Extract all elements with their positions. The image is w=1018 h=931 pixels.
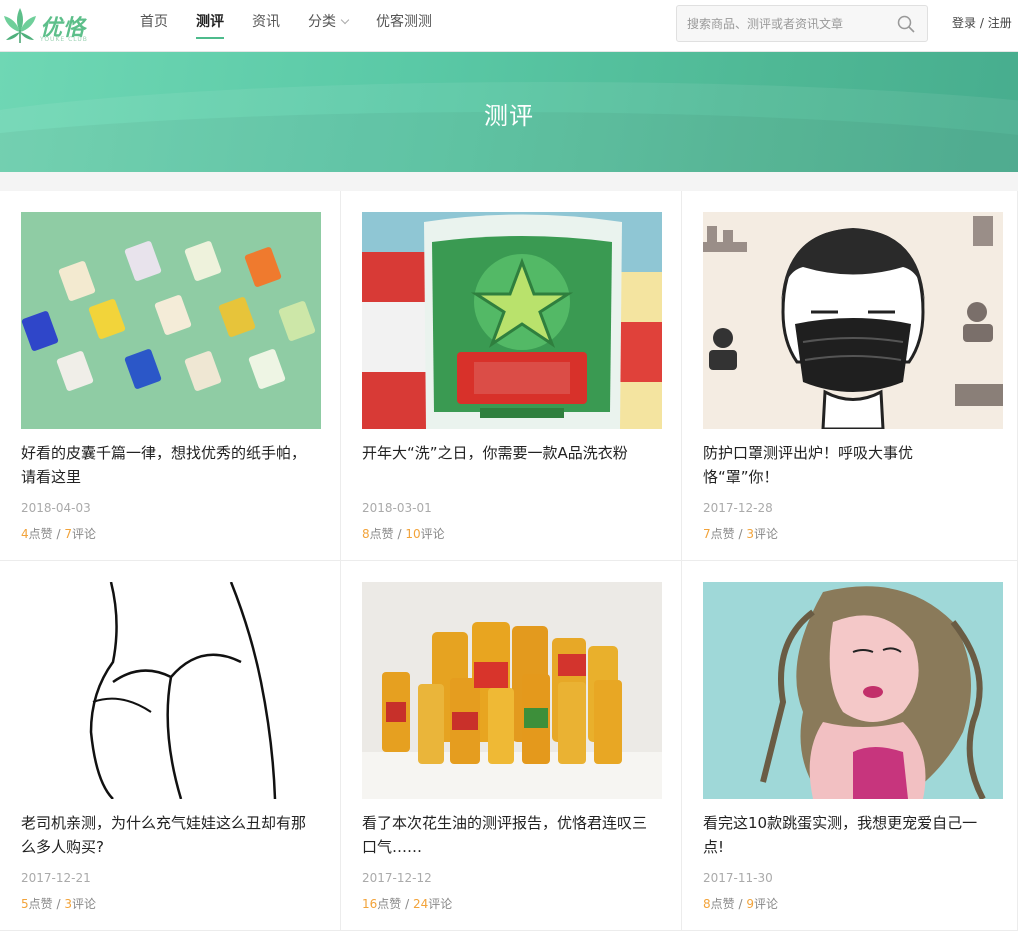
nav-item-tests[interactable]: 优客测测 <box>376 0 432 52</box>
page-banner: 测评 <box>0 52 1018 172</box>
auth-links: 登录 / 注册 <box>952 14 1012 31</box>
card-title[interactable]: 好看的皮囊千篇一律，想找优秀的纸手帕，请看这里 <box>21 441 306 489</box>
card-meta: 8点赞 / 10评论 <box>362 525 445 542</box>
review-card[interactable]: 防护口罩测评出炉！呼吸大事优恪“罩”你！ 2017-12-28 7点赞 / 3评… <box>682 191 1018 561</box>
like-label: 点赞 <box>369 527 394 541</box>
comment-count: 7 <box>64 527 72 541</box>
comment-count: 10 <box>405 527 421 541</box>
main-nav: 首页 测评 资讯 分类 优客测测 <box>140 0 460 52</box>
card-date: 2017-11-30 <box>703 871 773 885</box>
comment-label: 评论 <box>71 527 96 541</box>
line-art-illustration[interactable] <box>21 582 321 799</box>
page-title: 测评 <box>484 102 534 130</box>
like-label: 点赞 <box>710 527 735 541</box>
tissue-packs-image[interactable] <box>21 212 321 429</box>
card-title[interactable]: 防护口罩测评出炉！呼吸大事优恪“罩”你！ <box>703 441 988 489</box>
comment-label: 评论 <box>420 527 445 541</box>
logo-subtitle: YOUKE CLUB <box>40 36 88 43</box>
face-mask-illustration[interactable] <box>703 212 1003 429</box>
meta-separator: / <box>734 527 747 541</box>
card-date: 2017-12-21 <box>21 871 91 885</box>
nav-item-categories[interactable]: 分类 <box>308 0 350 52</box>
detergent-bags-image[interactable] <box>362 212 662 429</box>
like-count: 8 <box>362 527 370 541</box>
nav-item-reviews[interactable]: 测评 <box>196 0 224 52</box>
card-title[interactable]: 看完这10款跳蛋实测，我想更宠爱自己一点! <box>703 811 988 859</box>
card-title[interactable]: 老司机亲测，为什么充气娃娃这么丑却有那么多人购买? <box>21 811 306 859</box>
search-input[interactable] <box>687 14 887 34</box>
like-count: 7 <box>703 527 711 541</box>
card-meta: 16点赞 / 24评论 <box>362 895 452 912</box>
card-title[interactable]: 看了本次花生油的测评报告，优恪君连叹三口气…… <box>362 811 647 859</box>
review-card[interactable]: 看完这10款跳蛋实测，我想更宠爱自己一点! 2017-11-30 8点赞 / 9… <box>682 561 1018 931</box>
review-card[interactable]: 好看的皮囊千篇一律，想找优秀的纸手帕，请看这里 2018-04-03 4点赞 /… <box>0 191 341 561</box>
nav-item-categories-label: 分类 <box>308 14 336 30</box>
card-title[interactable]: 开年大“洗”之日，你需要一款A品洗衣粉 <box>362 441 647 465</box>
meta-separator: / <box>393 527 406 541</box>
woman-illustration[interactable] <box>703 582 1003 799</box>
peanut-oil-bottles-image[interactable] <box>362 582 662 799</box>
comment-label: 评论 <box>753 527 778 541</box>
search-box <box>676 5 928 42</box>
site-logo[interactable]: 优恪 YOUKE CLUB <box>2 4 92 46</box>
chevron-down-icon <box>340 15 350 25</box>
search-icon[interactable] <box>897 15 915 33</box>
review-card[interactable]: 老司机亲测，为什么充气娃娃这么丑却有那么多人购买? 2017-12-21 5点赞… <box>0 561 341 931</box>
review-card[interactable]: 开年大“洗”之日，你需要一款A品洗衣粉 2018-03-01 8点赞 / 10评… <box>341 191 682 561</box>
like-count: 4 <box>21 527 29 541</box>
leaf-logo-icon <box>4 8 36 43</box>
like-label: 点赞 <box>28 527 53 541</box>
card-meta: 5点赞 / 3评论 <box>21 895 96 912</box>
auth-separator: / <box>976 16 988 30</box>
card-date: 2017-12-12 <box>362 871 432 885</box>
top-header: 优恪 YOUKE CLUB 首页 测评 资讯 分类 优客测测 登录 / 注册 <box>0 0 1018 52</box>
card-date: 2018-03-01 <box>362 501 432 515</box>
review-card[interactable]: 看了本次花生油的测评报告，优恪君连叹三口气…… 2017-12-12 16点赞 … <box>341 561 682 931</box>
login-link[interactable]: 登录 <box>952 16 976 30</box>
nav-item-news[interactable]: 资讯 <box>252 0 280 52</box>
register-link[interactable]: 注册 <box>988 16 1012 30</box>
comment-count: 3 <box>746 527 754 541</box>
card-meta: 8点赞 / 9评论 <box>703 895 778 912</box>
card-meta: 7点赞 / 3评论 <box>703 525 778 542</box>
card-date: 2017-12-28 <box>703 501 773 515</box>
card-meta: 4点赞 / 7评论 <box>21 525 96 542</box>
card-date: 2018-04-03 <box>21 501 91 515</box>
nav-item-home[interactable]: 首页 <box>140 0 168 52</box>
meta-separator: / <box>52 527 65 541</box>
